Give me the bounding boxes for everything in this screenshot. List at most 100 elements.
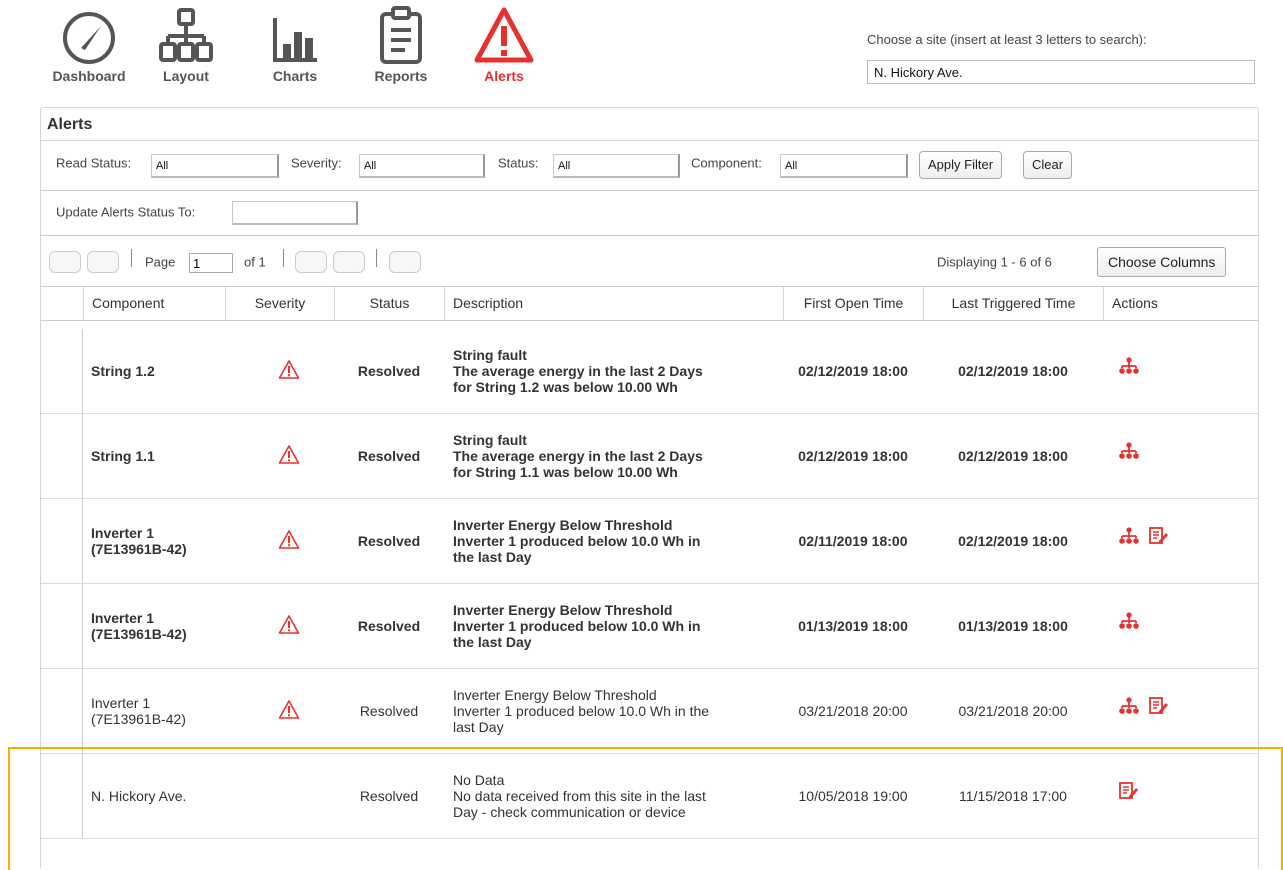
- row-gutter: [41, 584, 83, 668]
- row-status: Resolved: [359, 703, 419, 719]
- row-actions: [1119, 442, 1139, 463]
- site-search-prompt: Choose a site (insert at least 3 letters…: [867, 32, 1147, 47]
- nav-alerts[interactable]: Alerts: [459, 4, 549, 84]
- prev-page-button[interactable]: [87, 251, 119, 273]
- table-row[interactable]: String 1.2 Resolved String fault The averag…: [41, 329, 1258, 414]
- clear-button[interactable]: Clear: [1023, 151, 1073, 179]
- row-last-triggered-time: 01/13/2019 18:00: [958, 618, 1068, 634]
- nav-dashboard[interactable]: Dashboard: [44, 4, 134, 84]
- column-header[interactable]: First Open Time: [783, 287, 923, 320]
- bar-chart-icon: [273, 18, 317, 62]
- row-component: String 1.1: [91, 448, 155, 464]
- update-status-select[interactable]: [232, 201, 358, 225]
- hierarchy-icon[interactable]: [1119, 612, 1139, 633]
- row-last-triggered-time: 02/12/2019 18:00: [958, 448, 1068, 464]
- apply-filter-button[interactable]: Apply Filter: [919, 151, 1003, 179]
- nav-reports[interactable]: Reports: [356, 4, 446, 84]
- row-gutter: [41, 754, 83, 838]
- nav-charts[interactable]: Charts: [250, 4, 340, 84]
- row-actions: [1119, 357, 1139, 378]
- nav-label: Layout: [163, 68, 209, 84]
- row-status: Resolved: [359, 788, 419, 804]
- row-component: N. Hickory Ave.: [91, 788, 187, 804]
- read-status-select[interactable]: All: [151, 154, 279, 178]
- severity-select[interactable]: All: [359, 154, 485, 178]
- pager-separator: [376, 249, 377, 267]
- displaying-count: Displaying 1 - 6 of 6: [937, 254, 1052, 270]
- pager-separator: [283, 249, 284, 267]
- note-edit-icon[interactable]: [1149, 527, 1169, 548]
- site-search-input[interactable]: [867, 60, 1255, 84]
- hierarchy-icon[interactable]: [1119, 442, 1139, 463]
- table-row[interactable]: Inverter 1 (7E13961B-42) Resolved Inverter …: [41, 499, 1258, 584]
- column-header[interactable]: Component: [83, 287, 225, 320]
- hierarchy-icon[interactable]: [1119, 527, 1139, 548]
- note-edit-icon[interactable]: [1149, 697, 1169, 718]
- choose-columns-button[interactable]: Choose Columns: [1097, 247, 1227, 277]
- table-row[interactable]: N. Hickory Ave. Resolved No Data No data re…: [41, 754, 1258, 839]
- column-header[interactable]: Severity: [225, 287, 334, 320]
- table-row[interactable]: Inverter 1 (7E13961B-42) Resolved Inverter …: [41, 584, 1258, 669]
- nav-label: Reports: [374, 68, 428, 84]
- row-component: Inverter 1 (7E13961B-42): [91, 525, 187, 557]
- warning-triangle-icon: [278, 360, 300, 383]
- table-row[interactable]: String 1.1 Resolved String fault The averag…: [41, 414, 1258, 499]
- warning-triangle-icon: [278, 445, 300, 468]
- row-gutter: [41, 329, 83, 413]
- note-edit-icon[interactable]: [1119, 782, 1139, 803]
- next-page-button[interactable]: [295, 251, 327, 273]
- row-component: Inverter 1 (7E13961B-42): [91, 610, 187, 642]
- table-header: Component Severity Status Description Fi…: [41, 286, 1258, 321]
- row-component: String 1.2: [91, 363, 155, 379]
- column-header[interactable]: Description: [444, 287, 783, 320]
- warning-triangle-icon: [278, 615, 300, 638]
- hierarchy-icon[interactable]: [1119, 357, 1139, 378]
- table-row[interactable]: Inverter 1 (7E13961B-42) Resolved Inverter …: [41, 669, 1258, 754]
- row-gutter: [41, 669, 83, 753]
- row-first-open-time: 03/21/2018 20:00: [798, 703, 908, 719]
- nav-layout[interactable]: Layout: [141, 4, 231, 84]
- panel-title: Alerts: [41, 108, 1258, 141]
- column-header[interactable]: Status: [334, 287, 444, 320]
- update-status-label: Update Alerts Status To:: [56, 204, 196, 220]
- last-page-button[interactable]: [333, 251, 365, 273]
- pager-separator: [131, 249, 132, 267]
- status-label: Status:: [498, 155, 539, 171]
- hierarchy-icon: [159, 8, 213, 62]
- row-actions: [1119, 697, 1169, 718]
- nav-label: Dashboard: [52, 68, 126, 84]
- row-last-triggered-time: 02/12/2019 18:00: [958, 533, 1068, 549]
- gauge-icon: [63, 12, 115, 64]
- read-status-label: Read Status:: [56, 155, 132, 171]
- row-description: No Data No data received from this site i…: [453, 772, 706, 820]
- first-page-button[interactable]: [49, 251, 81, 273]
- hierarchy-icon[interactable]: [1119, 697, 1139, 718]
- row-description: String fault The average energy in the la…: [453, 432, 703, 480]
- row-gutter: [41, 414, 83, 498]
- row-first-open-time: 01/13/2019 18:00: [798, 618, 908, 634]
- row-last-triggered-time: 03/21/2018 20:00: [958, 703, 1068, 719]
- component-label: Component:: [691, 155, 762, 171]
- warning-triangle-icon: [474, 7, 534, 63]
- status-select[interactable]: All: [553, 154, 680, 178]
- clipboard-icon: [380, 6, 422, 64]
- row-first-open-time: 02/12/2019 18:00: [798, 448, 908, 464]
- row-status: Resolved: [357, 363, 421, 379]
- warning-triangle-icon: [278, 530, 300, 553]
- row-last-triggered-time: 11/15/2018 17:00: [959, 788, 1067, 804]
- row-gutter: [41, 499, 83, 583]
- refresh-button[interactable]: [389, 251, 421, 273]
- filter-bar: Read Status: All Severity: All Status: A…: [41, 141, 1258, 191]
- page-input[interactable]: [189, 253, 233, 273]
- column-header[interactable]: Last Triggered Time: [923, 287, 1103, 320]
- row-component: Inverter 1 (7E13961B-42): [91, 695, 186, 727]
- warning-triangle-icon: [278, 700, 300, 723]
- page-of-label: of 1: [244, 254, 266, 270]
- page-label: Page: [145, 254, 176, 270]
- row-actions: [1119, 782, 1139, 803]
- nav-label: Charts: [272, 68, 318, 84]
- component-select[interactable]: All: [780, 154, 908, 178]
- nav-label: Alerts: [484, 68, 524, 84]
- row-first-open-time: 10/05/2018 19:00: [798, 788, 908, 804]
- row-status: Resolved: [357, 618, 421, 634]
